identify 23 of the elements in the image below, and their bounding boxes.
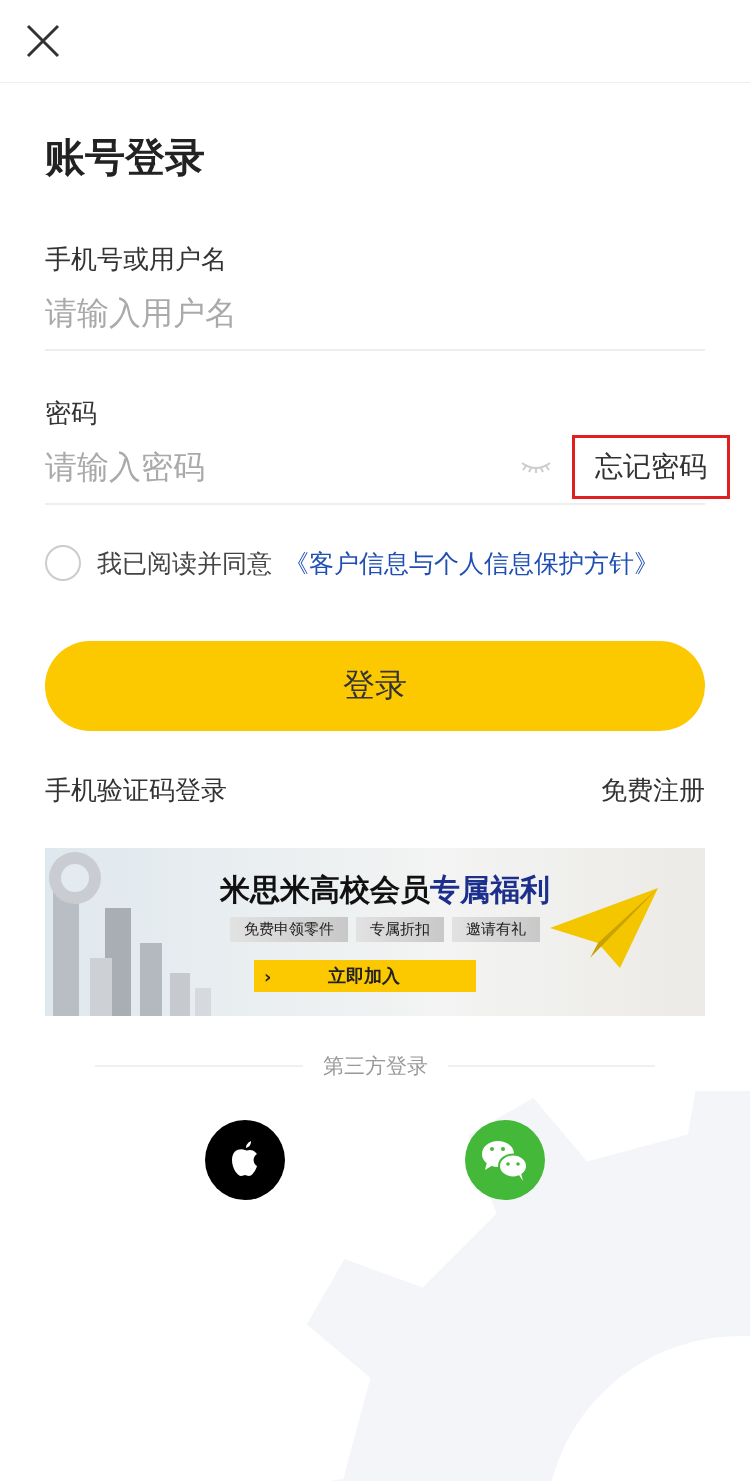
login-button[interactable]: 登录 bbox=[45, 641, 705, 731]
username-field[interactable]: 请输入用户名 bbox=[45, 291, 730, 335]
forgot-password-link[interactable]: 忘记密码 bbox=[572, 435, 730, 499]
banner-tag: 免费申领零件 bbox=[230, 917, 348, 942]
text-link[interactable]: 免费注册 bbox=[601, 773, 705, 808]
chat-bubbles-icon[interactable] bbox=[465, 1120, 545, 1200]
page-title: 账号登录 bbox=[45, 133, 206, 182]
section-label: 第三方登录 bbox=[322, 1053, 428, 1080]
promo-banner[interactable]: 米思米高校会员专属福利 免费申领零件 专属折扣 邀请有礼 › 立即加入 bbox=[45, 848, 705, 1016]
policy-link[interactable]: 《客户信息与个人信息保护方针》 bbox=[284, 546, 659, 580]
join-button[interactable]: › 立即加入 bbox=[254, 960, 476, 992]
field-label: 手机号或用户名 bbox=[45, 243, 227, 276]
text-link[interactable]: 手机验证码登录 bbox=[45, 773, 227, 808]
password-field[interactable]: 请输入密码 bbox=[45, 445, 520, 489]
close-icon[interactable] bbox=[26, 24, 60, 58]
agreement-text: 我已阅读并同意 bbox=[97, 547, 272, 580]
eye-closed-icon[interactable] bbox=[520, 460, 552, 474]
agree-checkbox[interactable] bbox=[45, 545, 81, 581]
banner-headline: 米思米高校会员专属福利 bbox=[220, 871, 550, 909]
banner-tag: 邀请有礼 bbox=[452, 917, 540, 942]
field-label: 密码 bbox=[45, 397, 97, 430]
apple-icon[interactable] bbox=[205, 1120, 285, 1200]
banner-tag: 专属折扣 bbox=[356, 917, 444, 942]
